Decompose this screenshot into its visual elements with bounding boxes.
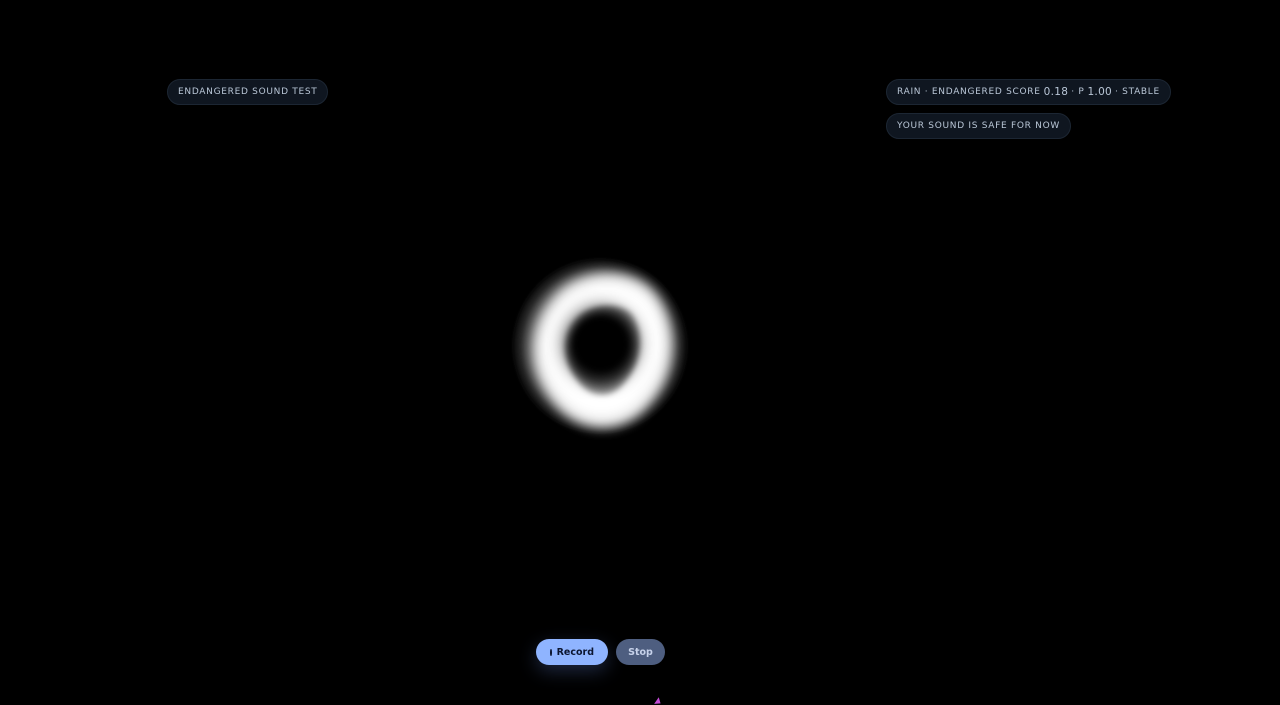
record-dot-icon: [550, 648, 552, 656]
app-title: Endangered sound test: [178, 87, 318, 97]
result-message-badge: Your sound is safe for now: [886, 113, 1071, 139]
trend-label: · stable: [1115, 87, 1160, 97]
app-title-badge: Endangered sound test: [167, 79, 329, 105]
endangered-score: 0.18: [1043, 86, 1069, 98]
p-value: 1.00: [1087, 86, 1113, 98]
recording-controls: Record Stop: [536, 639, 665, 665]
status-badge: Rain · endangered score 0.18 · p 1.00 · …: [886, 79, 1171, 105]
sound-orb-icon: [505, 254, 695, 444]
stop-button[interactable]: Stop: [616, 639, 665, 665]
app-stage: Endangered sound test Rain · endangered …: [0, 0, 1280, 705]
result-message: Your sound is safe for now: [897, 121, 1060, 131]
mouse-cursor-icon: [654, 697, 663, 705]
record-button-label: Record: [556, 646, 594, 658]
status-label: Rain · endangered score: [897, 87, 1041, 97]
stop-button-label: Stop: [628, 646, 653, 658]
record-button[interactable]: Record: [536, 639, 608, 665]
p-label: · p: [1071, 87, 1085, 97]
